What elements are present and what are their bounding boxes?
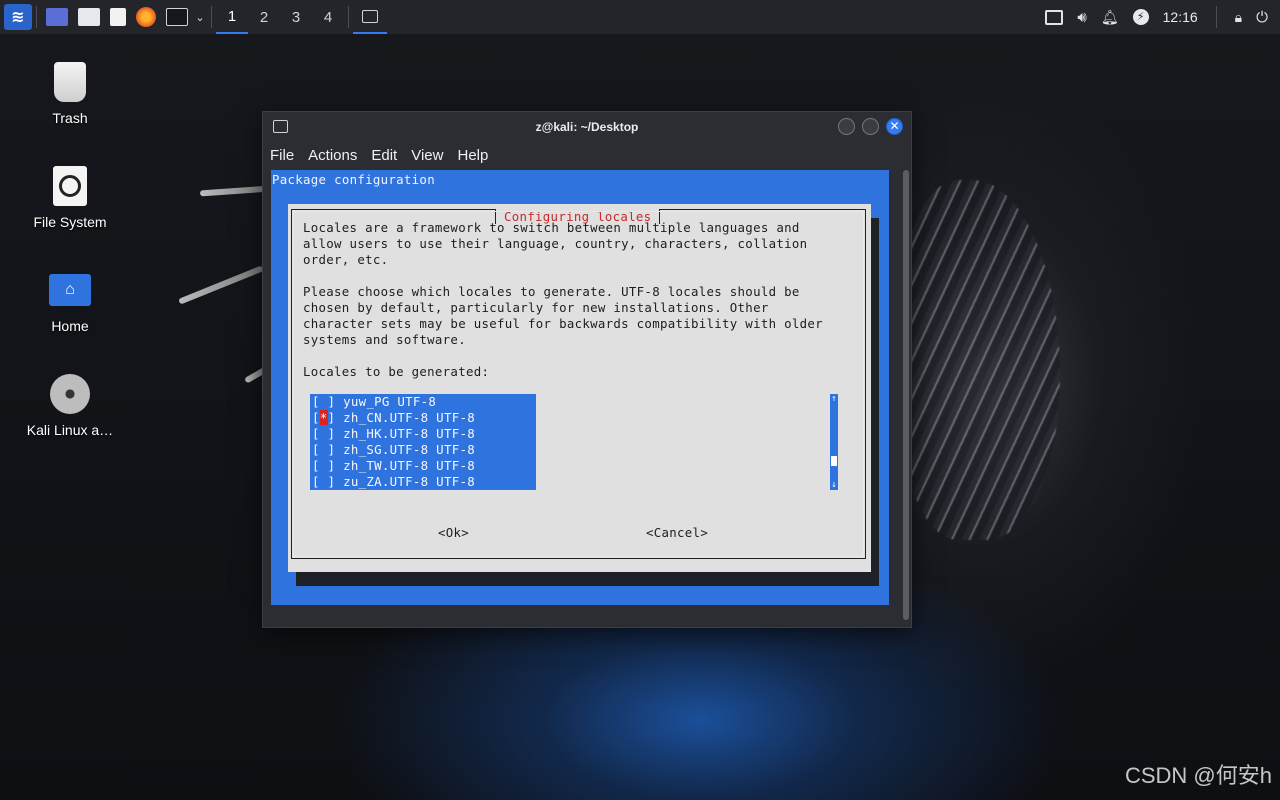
locale-item[interactable]: [*] zh_CN.UTF-8 UTF-8 [310,410,536,426]
arrow-up-icon[interactable]: ↑ [830,394,838,404]
trash-icon [48,60,92,104]
scrollbar-thumb[interactable] [831,456,837,466]
file-manager-icon[interactable] [78,8,100,26]
workspace-1[interactable]: 1 [216,0,248,34]
maximize-button[interactable] [862,118,879,135]
workspace-2[interactable]: 2 [248,0,280,34]
chevron-down-icon[interactable]: ⌄ [193,0,207,34]
menu-view[interactable]: View [411,147,443,164]
menu-edit[interactable]: Edit [371,147,397,164]
screen-icon[interactable] [1045,9,1064,25]
bell-icon[interactable]: 🔔︎ [1101,9,1119,26]
home-folder-icon: ⌂ [48,268,92,312]
desktop-icon-trash[interactable]: Trash [15,60,125,126]
text-editor-icon[interactable] [110,8,126,26]
terminal-icon[interactable] [166,8,188,26]
desktop-icon-label: Kali Linux a… [26,422,114,438]
volume-icon[interactable]: 🔊︎ [1077,9,1086,26]
watermark: CSDN @何安h [1124,763,1272,788]
selected-mark: * [319,410,328,425]
kali-menu-icon: ≋ [4,4,32,30]
taskbar-terminal-button[interactable] [353,0,387,34]
menu-actions[interactable]: Actions [308,147,357,164]
cancel-button[interactable]: <Cancel> [646,525,708,540]
locale-item[interactable]: [ ] zh_TW.UTF-8 UTF-8 [310,458,536,474]
panel-separator [348,6,349,28]
menubar: File Actions Edit View Help [263,142,911,168]
wallpaper-streak [178,265,264,305]
locale-item[interactable]: [ ] zh_HK.UTF-8 UTF-8 [310,426,536,442]
panel-separator [211,6,212,28]
window-title: z@kali: ~/Desktop [535,120,639,134]
locale-list-scrollbar[interactable]: ↑ ↓ [830,394,838,490]
top-panel: ≋ ⌄ 1 2 3 4 🔊︎ 🔔︎ ⚡︎ 12:16 🔒︎ ⏻ [0,0,1280,34]
panel-separator [36,6,37,28]
locale-list[interactable]: [ ] yuw_PG UTF-8 [*] zh_CN.UTF-8 UTF-8 [… [310,394,536,490]
panel-separator [1215,6,1217,28]
kali-menu-button[interactable]: ≋ [0,0,32,34]
menu-file[interactable]: File [270,147,294,164]
arrow-down-icon[interactable]: ↓ [830,480,838,490]
terminal-scrollbar[interactable] [903,170,909,620]
ok-button[interactable]: <Ok> [438,525,469,540]
desktop-icon-label: File System [33,214,107,230]
system-tray: 🔊︎ 🔔︎ ⚡︎ 12:16 🔒︎ ⏻ [1045,6,1280,28]
terminal-window[interactable]: z@kali: ~/Desktop ✕ File Actions Edit Vi… [262,111,912,628]
close-button[interactable]: ✕ [886,118,903,135]
desktop-icon-label: Home [51,318,89,334]
power-manager-icon[interactable]: ⚡︎ [1132,9,1149,25]
desktop-icon[interactable] [46,8,68,26]
locale-item[interactable]: [ ] zu_ZA.UTF-8 UTF-8 [310,474,536,490]
workspace-3[interactable]: 3 [280,0,312,34]
locales-dialog: Configuring locales Locales are a framew… [288,204,871,572]
desktop-icon-file-system[interactable]: File System [15,164,125,230]
terminal-task-icon [362,9,378,23]
terminal-window-icon [273,120,288,133]
wallpaper-ferrofluid [900,180,1060,540]
locale-item[interactable]: [ ] zh_SG.UTF-8 UTF-8 [310,442,536,458]
menu-help[interactable]: Help [457,147,488,164]
locale-item[interactable]: [ ] yuw_PG UTF-8 [310,394,536,410]
lock-icon[interactable]: 🔒︎ [1235,9,1242,26]
terminal-area[interactable]: Package configuration Configuring locale… [271,170,889,605]
clock[interactable]: 12:16 [1163,9,1198,25]
disc-icon [48,372,92,416]
desktop-icon-label: Trash [52,110,88,126]
wallpaper-streak [199,185,271,197]
window-titlebar[interactable]: z@kali: ~/Desktop ✕ [263,112,911,142]
drive-icon [48,164,92,208]
workspace-4[interactable]: 4 [312,0,344,34]
logout-icon[interactable]: ⏻ [1256,9,1268,26]
dialog-text: Locales are a framework to switch betwee… [303,220,823,379]
firefox-icon[interactable] [136,7,156,27]
desktop-icon-kali-disc[interactable]: Kali Linux a… [15,372,125,438]
package-config-title: Package configuration [272,172,435,187]
minimize-button[interactable] [838,118,855,135]
desktop-icon-home[interactable]: ⌂ Home [15,268,125,334]
